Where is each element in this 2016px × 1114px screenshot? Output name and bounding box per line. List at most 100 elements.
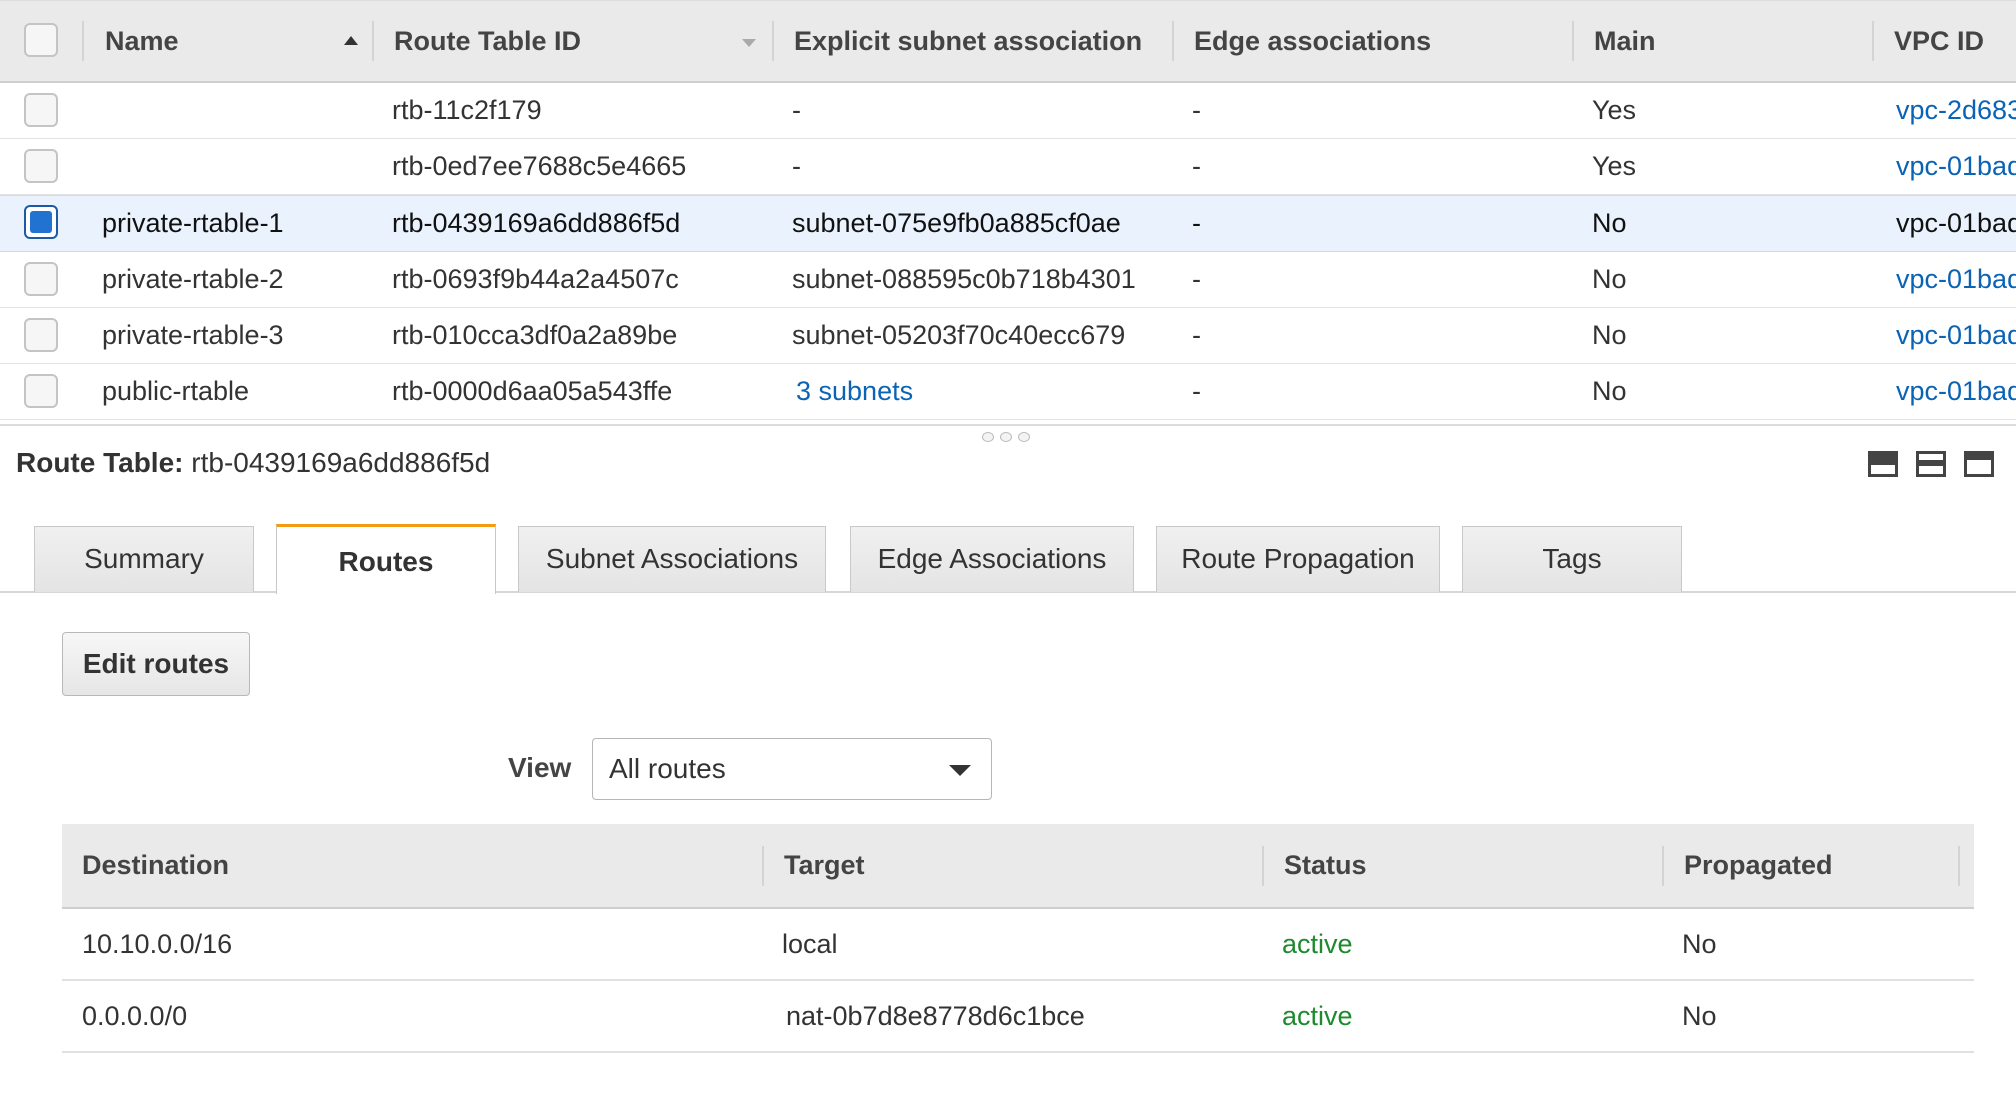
cell-target: local bbox=[782, 929, 838, 959]
dropdown-caret-icon bbox=[949, 765, 971, 776]
column-divider[interactable] bbox=[1958, 846, 1960, 886]
detail-panel-title: Route Table: rtb-0439169a6dd886f5d bbox=[16, 447, 490, 479]
panel-splitter[interactable] bbox=[0, 424, 2016, 442]
column-divider[interactable] bbox=[772, 21, 774, 61]
cell-route-table-id: rtb-0693f9b44a2a4507c bbox=[392, 264, 679, 294]
cell-destination: 0.0.0.0/0 bbox=[82, 1001, 188, 1031]
detail-title-value: rtb-0439169a6dd886f5d bbox=[191, 447, 491, 478]
panel-layout-half-icon[interactable] bbox=[1916, 451, 1946, 477]
tab-tags[interactable]: Tags bbox=[1462, 526, 1682, 592]
column-divider[interactable] bbox=[762, 846, 764, 886]
panel-layout-bottom-icon[interactable] bbox=[1868, 451, 1898, 477]
cell-subnet-association: - bbox=[792, 151, 801, 181]
column-divider[interactable] bbox=[1572, 21, 1574, 61]
column-header-destination[interactable]: Destination bbox=[82, 824, 229, 907]
row-checkbox[interactable] bbox=[24, 318, 58, 352]
tab-edge-associations[interactable]: Edge Associations bbox=[850, 526, 1134, 592]
tab-routes[interactable]: Routes bbox=[276, 524, 496, 594]
table-row[interactable]: rtb-0ed7ee7688c5e4665 - - Yes vpc-01bad bbox=[0, 139, 2016, 195]
cell-edge-associations: - bbox=[1192, 208, 1201, 238]
cell-route-table-id: rtb-11c2f179 bbox=[392, 95, 542, 125]
cell-route-table-id: rtb-0ed7ee7688c5e4665 bbox=[392, 151, 687, 181]
splitter-grip-icon[interactable] bbox=[1000, 432, 1012, 442]
view-select[interactable]: All routes bbox=[592, 738, 992, 800]
cell-edge-associations: - bbox=[1192, 320, 1201, 350]
cell-status: active bbox=[1282, 1001, 1353, 1031]
row-checkbox-checked[interactable] bbox=[24, 205, 58, 239]
panel-layout-top-icon[interactable] bbox=[1964, 451, 1994, 477]
row-checkbox[interactable] bbox=[24, 149, 58, 183]
column-header-propagated[interactable]: Propagated bbox=[1684, 824, 1833, 907]
cell-name: private-rtable-2 bbox=[102, 264, 284, 294]
cell-destination: 10.10.0.0/16 bbox=[82, 929, 233, 959]
cell-name bbox=[102, 139, 372, 194]
column-header-main[interactable]: Main bbox=[1594, 1, 1844, 81]
routes-table: Destination Target Status Propagated 10.… bbox=[62, 824, 1974, 1053]
tab-subnet-associations[interactable]: Subnet Associations bbox=[518, 526, 826, 592]
cell-subnet-association: subnet-05203f70c40ecc679 bbox=[792, 320, 1126, 350]
cell-route-table-id: rtb-0439169a6dd886f5d bbox=[392, 208, 681, 238]
column-divider[interactable] bbox=[372, 21, 374, 61]
view-select-value: All routes bbox=[609, 753, 726, 784]
cell-status: active bbox=[1282, 929, 1353, 959]
column-divider[interactable] bbox=[1872, 21, 1874, 61]
row-checkbox[interactable] bbox=[24, 262, 58, 296]
cell-main: Yes bbox=[1592, 151, 1637, 181]
cell-subnet-association: subnet-088595c0b718b4301 bbox=[792, 264, 1136, 294]
cell-main: No bbox=[1592, 320, 1627, 350]
cell-route-table-id: rtb-0000d6aa05a543ffe bbox=[392, 376, 673, 406]
splitter-grip-icon[interactable] bbox=[1018, 432, 1030, 442]
cell-main: No bbox=[1592, 264, 1627, 294]
route-tables-table: Name Route Table ID Explicit subnet asso… bbox=[0, 0, 2016, 420]
detail-title-label: Route Table: bbox=[16, 447, 184, 478]
column-header-edge-associations[interactable]: Edge associations bbox=[1194, 1, 1554, 81]
cell-vpc-id-link[interactable]: vpc-01bad bbox=[1896, 196, 2016, 251]
routes-table-header: Destination Target Status Propagated bbox=[62, 824, 1974, 909]
sort-asc-icon[interactable] bbox=[344, 36, 358, 45]
cell-vpc-id-link[interactable]: vpc-01bad bbox=[1896, 139, 2016, 194]
cell-name: private-rtable-3 bbox=[102, 320, 284, 350]
column-header-explicit-subnet-association[interactable]: Explicit subnet association bbox=[794, 1, 1152, 81]
column-header-status[interactable]: Status bbox=[1284, 824, 1367, 907]
tab-route-propagation[interactable]: Route Propagation bbox=[1156, 526, 1440, 592]
cell-subnet-association: - bbox=[792, 95, 801, 125]
column-header-name[interactable]: Name bbox=[105, 1, 325, 81]
tab-summary[interactable]: Summary bbox=[34, 526, 254, 592]
table-row[interactable]: private-rtable-3 rtb-010cca3df0a2a89be s… bbox=[0, 308, 2016, 364]
table-row[interactable]: rtb-11c2f179 - - Yes vpc-2d683 bbox=[0, 83, 2016, 139]
column-header-target[interactable]: Target bbox=[784, 824, 865, 907]
column-header-route-table-id[interactable]: Route Table ID bbox=[394, 1, 724, 81]
column-divider[interactable] bbox=[1262, 846, 1264, 886]
cell-name: public-rtable bbox=[102, 376, 250, 406]
cell-route-table-id: rtb-010cca3df0a2a89be bbox=[392, 320, 678, 350]
table-row-selected[interactable]: private-rtable-1 rtb-0439169a6dd886f5d s… bbox=[0, 195, 2016, 252]
cell-main: No bbox=[1592, 208, 1627, 238]
table-header: Name Route Table ID Explicit subnet asso… bbox=[0, 0, 2016, 83]
route-row: 10.10.0.0/16 local active No bbox=[62, 909, 1974, 981]
row-checkbox[interactable] bbox=[24, 93, 58, 127]
cell-vpc-id-link[interactable]: vpc-2d683 bbox=[1896, 83, 2016, 138]
column-divider[interactable] bbox=[1662, 846, 1664, 886]
row-checkbox[interactable] bbox=[24, 374, 58, 408]
cell-vpc-id-link[interactable]: vpc-01bad bbox=[1896, 252, 2016, 307]
view-label: View bbox=[508, 752, 572, 783]
select-all-checkbox[interactable] bbox=[24, 23, 58, 57]
splitter-grip-icon[interactable] bbox=[982, 432, 994, 442]
edit-routes-button[interactable]: Edit routes bbox=[62, 632, 250, 696]
table-row[interactable]: public-rtable rtb-0000d6aa05a543ffe 3 su… bbox=[0, 364, 2016, 420]
cell-vpc-id-link[interactable]: vpc-01bad bbox=[1896, 364, 2016, 419]
cell-subnet-association-link[interactable]: 3 subnets bbox=[796, 364, 1176, 419]
table-row[interactable]: private-rtable-2 rtb-0693f9b44a2a4507c s… bbox=[0, 252, 2016, 308]
cell-edge-associations: - bbox=[1192, 95, 1201, 125]
sort-desc-icon[interactable] bbox=[742, 39, 756, 47]
cell-propagated: No bbox=[1682, 929, 1717, 959]
cell-target-link[interactable]: nat-0b7d8e8778d6c1bce bbox=[786, 981, 1085, 1051]
cell-propagated: No bbox=[1682, 1001, 1717, 1031]
cell-main: No bbox=[1592, 376, 1627, 406]
cell-name bbox=[102, 83, 372, 138]
cell-name: private-rtable-1 bbox=[102, 208, 284, 238]
column-divider[interactable] bbox=[1172, 21, 1174, 61]
column-header-vpc-id[interactable]: VPC ID bbox=[1894, 1, 2016, 81]
cell-vpc-id-link[interactable]: vpc-01bad bbox=[1896, 308, 2016, 363]
cell-edge-associations: - bbox=[1192, 151, 1201, 181]
